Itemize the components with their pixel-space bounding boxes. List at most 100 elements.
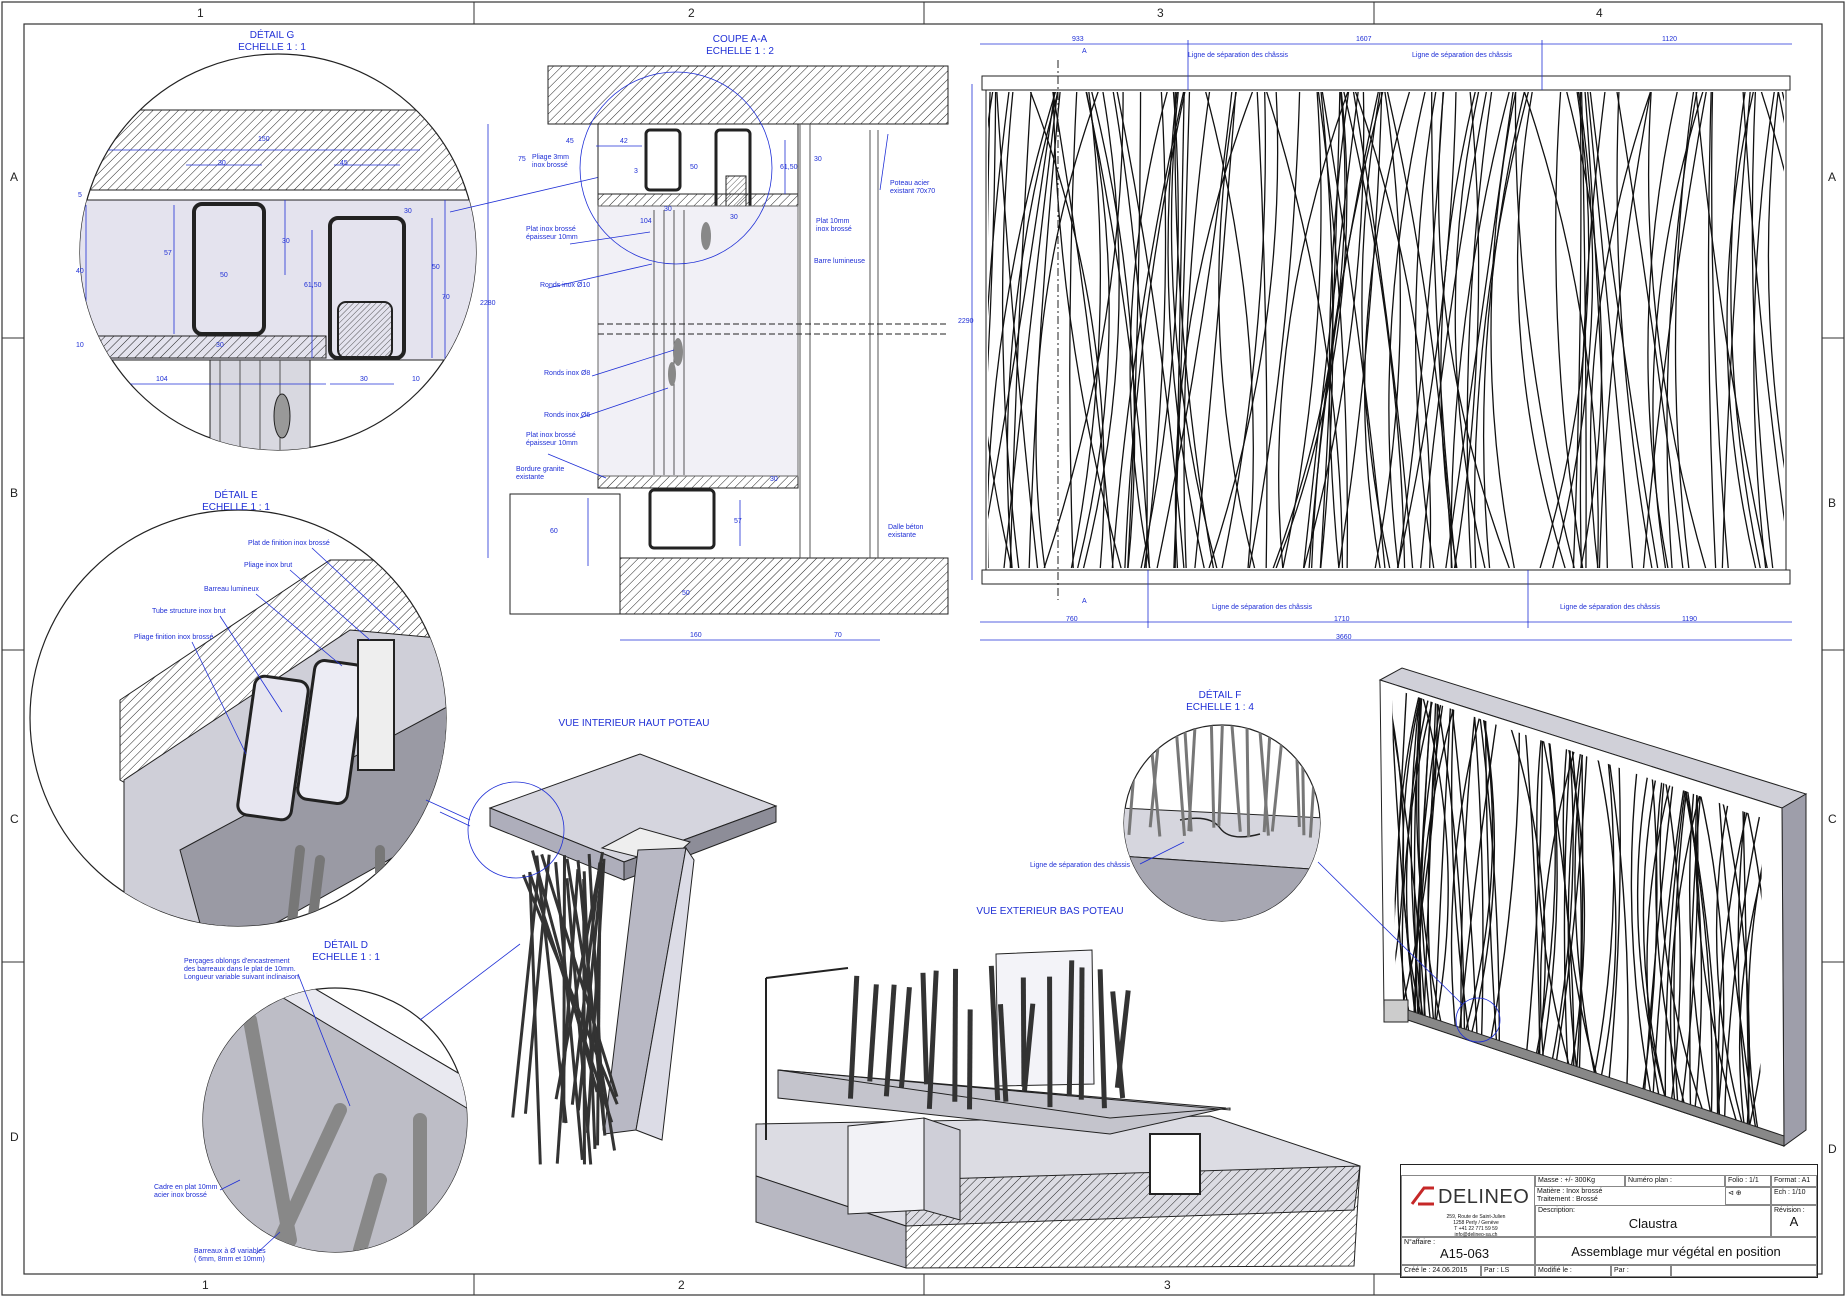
separation-label: Ligne de séparation des châssis xyxy=(1212,604,1312,612)
section-marker: A xyxy=(1082,598,1087,605)
folio: Folio : 1/1 xyxy=(1725,1175,1771,1187)
dim-label: 2280 xyxy=(480,300,496,307)
dim-label: 160 xyxy=(690,632,702,639)
dim-label: 150 xyxy=(258,136,270,143)
dim-label: 30 xyxy=(404,208,412,215)
detail-e-label: Plat de finition inox brossé xyxy=(248,540,330,548)
numero-plan: Numéro plan : xyxy=(1625,1175,1725,1187)
dim-label: 50 xyxy=(682,590,690,597)
interior-rods xyxy=(513,850,617,1164)
dim-label: 40 xyxy=(76,268,84,275)
modifie-le: Modifié le : xyxy=(1535,1265,1611,1277)
coupe-label: Bordure granite existante xyxy=(516,466,564,482)
detail-d-view xyxy=(200,944,520,1260)
detail-g-view xyxy=(70,54,604,460)
company-name: DELINEO xyxy=(1438,1186,1529,1209)
detail-e-label: Tube structure inox brut xyxy=(152,608,226,616)
coupe-label: Plat inox brossé épaisseur 10mm xyxy=(526,226,578,242)
grid-col-2-bottom: 2 xyxy=(678,1278,685,1292)
dim-label: 70 xyxy=(442,294,450,301)
vue-exterieur-title: VUE EXTERIEUR BAS POTEAU xyxy=(960,906,1140,918)
elevation-view xyxy=(972,40,1838,640)
dim-label: 10 xyxy=(76,342,84,349)
grid-col-4: 4 xyxy=(1596,6,1603,20)
separation-label: Ligne de séparation des châssis xyxy=(1560,604,1660,612)
separation-label: Ligne de séparation des châssis xyxy=(1188,52,1288,60)
format: Format : A1 xyxy=(1771,1175,1817,1187)
coupe-label: Dalle béton existante xyxy=(888,524,923,540)
coupe-aa-title: COUPE A-A ECHELLE 1 : 2 xyxy=(690,34,790,58)
affaire-value: A15-063 xyxy=(1440,1246,1532,1261)
detail-f-label: Ligne de séparation des châssis xyxy=(1030,862,1130,870)
dim-label: 50 xyxy=(690,164,698,171)
grid-row-c-right: C xyxy=(1828,812,1837,826)
elev-bottom-dim: 1190 xyxy=(1682,616,1697,623)
detail-d-barreaux-label: Barreaux à Ø variables ( 6mm, 8mm et 10m… xyxy=(194,1248,266,1264)
exterior-rod xyxy=(955,969,956,1102)
revision-cell: Révision : A xyxy=(1771,1205,1817,1237)
exterior-rod xyxy=(1100,969,1104,1108)
interior-rod xyxy=(537,856,566,1124)
coupe-label: Ronds inox Ø8 xyxy=(544,370,590,378)
exterior-rod xyxy=(970,1009,971,1109)
affaire-cell: N°affaire : A15-063 xyxy=(1401,1237,1535,1265)
revision-label: Révision : xyxy=(1774,1207,1805,1214)
logo-area: DELINEO 259, Route de Saint-Julien 1258 … xyxy=(1401,1175,1535,1237)
dim-label: 60 xyxy=(550,528,558,535)
dim-label: 30 xyxy=(282,238,290,245)
dim-label: 57 xyxy=(734,518,742,525)
coupe-label: Ronds inox Ø6 xyxy=(544,412,590,420)
par2: Par : xyxy=(1611,1265,1671,1277)
exterior-rod xyxy=(901,987,909,1087)
file-path-cell xyxy=(1671,1265,1817,1277)
grid-row-a: A xyxy=(10,170,18,184)
ech: Ech : 1/10 xyxy=(1771,1187,1817,1205)
grid-row-b-right: B xyxy=(1828,496,1836,510)
detail-d-cadre-label: Cadre en plat 10mm acier inox brossé xyxy=(154,1184,217,1200)
exterior-rod xyxy=(923,973,927,1084)
dim-label: 104 xyxy=(640,218,652,225)
dim-label: 30 xyxy=(216,342,224,349)
detail-f-rod xyxy=(1302,720,1304,835)
description-value: Claustra xyxy=(1538,1216,1768,1231)
dim-label: 104 xyxy=(156,376,168,383)
elev-top-dim: 1607 xyxy=(1356,36,1372,43)
grid-col-3-bottom: 3 xyxy=(1164,1278,1171,1292)
iso-overview xyxy=(1318,668,1806,1146)
coupe-aa-view xyxy=(488,66,948,640)
projection-symbol-icon: ⊲ ⊕ xyxy=(1725,1187,1771,1205)
dim-label: 45 xyxy=(566,138,574,145)
dim-label: 50 xyxy=(220,272,228,279)
elev-height-dim: 2290 xyxy=(958,318,974,325)
elev-bottom-dim: 1710 xyxy=(1334,616,1350,623)
grid-col-3: 3 xyxy=(1157,6,1164,20)
dim-label: 30 xyxy=(730,214,738,221)
dim-label: 61,50 xyxy=(304,282,322,289)
dim-label: 30 xyxy=(770,476,778,483)
coupe-label: Pliage 3mm inox brossé xyxy=(532,154,569,170)
affaire-label: N°affaire : xyxy=(1404,1239,1435,1246)
grid-col-1-bottom: 1 xyxy=(202,1278,209,1292)
detail-e-view xyxy=(30,510,470,960)
grid-col-1: 1 xyxy=(197,6,204,20)
exterior-rod xyxy=(1081,967,1082,1099)
elev-top-dim: 1120 xyxy=(1662,36,1677,43)
masse: Masse : +/- 300Kg xyxy=(1535,1175,1625,1187)
coupe-label: Plat inox brossé épaisseur 10mm xyxy=(526,432,578,448)
description-cell: Description: Claustra xyxy=(1535,1205,1771,1237)
vue-interieur-title: VUE INTERIEUR HAUT POTEAU xyxy=(544,718,724,730)
detail-f-view xyxy=(1120,720,1326,930)
company-address: 259, Route de Saint-Julien 1258 Perly / … xyxy=(1426,1214,1526,1238)
elev-bottom-dim: 760 xyxy=(1066,616,1078,623)
dim-label: 50 xyxy=(432,264,440,271)
elev-total-dim: 3660 xyxy=(1336,634,1352,641)
detail-f-rod xyxy=(1247,720,1249,837)
detail-d-percages-label: Perçages oblongs d'encastrement des barr… xyxy=(184,958,299,982)
dim-label: 70 xyxy=(834,632,842,639)
grid-row-b: B xyxy=(10,486,18,500)
traitement: Traitement : Brossé xyxy=(1535,1195,1725,1203)
vue-exterieur-view xyxy=(756,950,1360,1268)
vue-interieur-view xyxy=(468,754,776,1165)
matiere: Matière : Inox brossé xyxy=(1535,1187,1725,1195)
grid-row-d-right: D xyxy=(1828,1142,1837,1156)
